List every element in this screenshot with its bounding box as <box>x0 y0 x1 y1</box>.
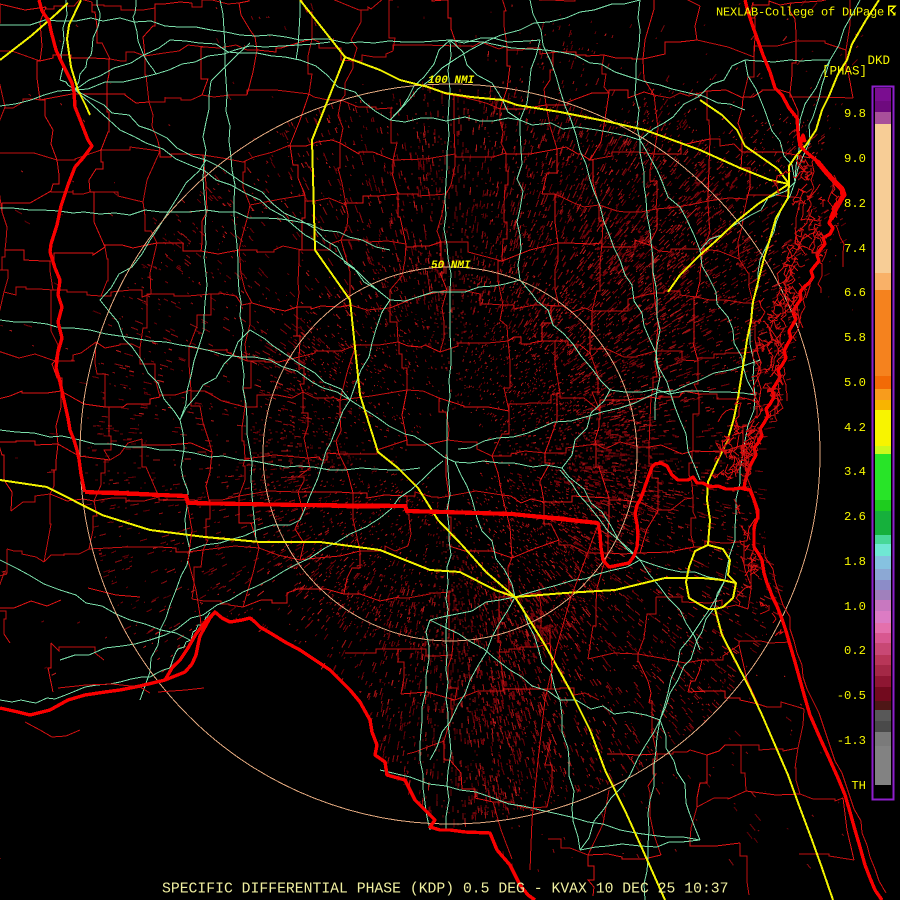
svg-text:1.0: 1.0 <box>844 600 866 614</box>
svg-text:NEXLAB-College of DuPage: NEXLAB-College of DuPage <box>716 6 884 20</box>
svg-text:-1.3: -1.3 <box>837 734 866 748</box>
svg-text:9.0: 9.0 <box>844 152 866 166</box>
svg-text:TH: TH <box>851 779 866 793</box>
svg-text:6.6: 6.6 <box>844 286 866 300</box>
svg-text:9.8: 9.8 <box>844 107 866 121</box>
svg-text:7.4: 7.4 <box>844 242 866 256</box>
svg-text:1.8: 1.8 <box>844 555 866 569</box>
svg-text:50 NMI: 50 NMI <box>431 260 471 272</box>
svg-text:-0.5: -0.5 <box>837 689 866 703</box>
svg-text:5.8: 5.8 <box>844 331 866 345</box>
svg-text:5.0: 5.0 <box>844 376 866 390</box>
svg-text:2.6: 2.6 <box>844 510 866 524</box>
svg-text:3.4: 3.4 <box>844 465 866 479</box>
svg-text:DKD: DKD <box>867 54 890 68</box>
svg-text:0.2: 0.2 <box>844 644 866 658</box>
svg-text:SPECIFIC DIFFERENTIAL PHASE (K: SPECIFIC DIFFERENTIAL PHASE (KDP) 0.5 DE… <box>162 882 729 898</box>
svg-text:4.2: 4.2 <box>844 421 866 435</box>
svg-text:[PHAS]: [PHAS] <box>822 65 867 79</box>
svg-text:100 NMI: 100 NMI <box>428 75 475 87</box>
svg-text:8.2: 8.2 <box>844 197 866 211</box>
